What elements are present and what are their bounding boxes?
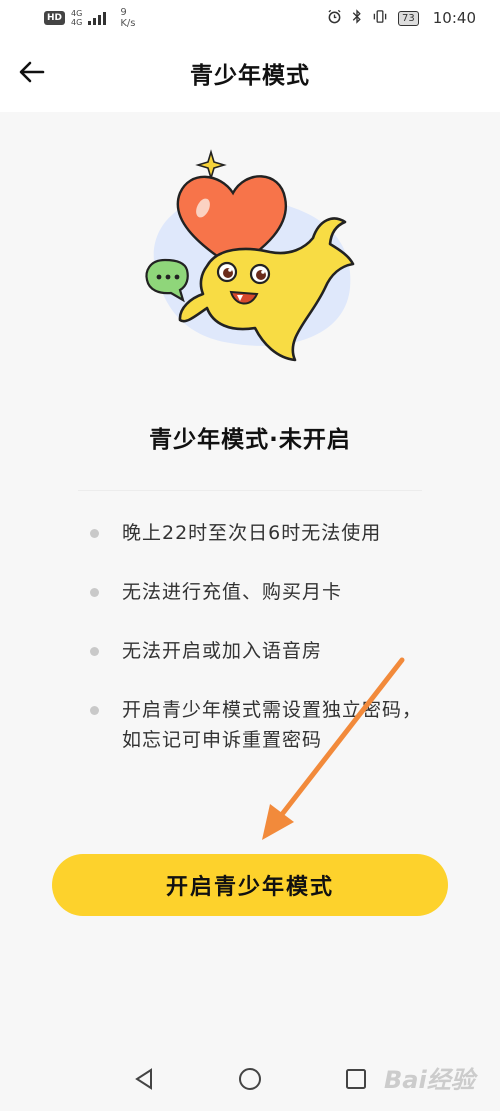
app-header: 青少年模式 — [0, 36, 500, 112]
bullet-icon — [90, 647, 99, 656]
bluetooth-icon — [352, 8, 362, 28]
network-type: 4G 4G — [71, 9, 83, 27]
vibrate-icon — [372, 9, 388, 28]
annotation-arrow — [262, 657, 405, 840]
mascot-illustration — [145, 149, 355, 362]
rule-text: 无法进行充值、购买月卡 — [122, 581, 343, 603]
list-item: 晚上22时至次日6时无法使用 — [88, 518, 428, 548]
nav-back-button[interactable] — [130, 1065, 158, 1093]
status-bar: HD 4G 4G 9 K/s 73 10:40 — [0, 0, 500, 36]
square-recent-icon — [346, 1068, 366, 1089]
circle-home-icon — [239, 1067, 261, 1090]
divider — [78, 490, 422, 491]
alarm-icon — [327, 9, 342, 28]
clock: 10:40 — [432, 9, 476, 27]
list-item: 无法进行充值、购买月卡 — [88, 577, 428, 607]
watermark: Bai经验 — [384, 1066, 475, 1094]
signal-icon — [88, 11, 107, 25]
battery-icon: 73 — [398, 10, 419, 26]
rule-text: 晚上22时至次日6时无法使用 — [122, 522, 382, 544]
status-right: 73 10:40 — [327, 8, 476, 28]
enable-youth-mode-button[interactable]: 开启青少年模式 — [52, 854, 448, 916]
hd-badge: HD — [44, 11, 66, 25]
status-left: HD 4G 4G 9 K/s — [44, 7, 135, 29]
nav-recent-button[interactable] — [342, 1065, 370, 1093]
sparkle-icon — [195, 149, 227, 181]
nav-home-button[interactable] — [236, 1065, 264, 1093]
youth-mode-status: 青少年模式·未开启 — [149, 427, 351, 453]
triangle-back-icon — [135, 1067, 152, 1090]
bullet-icon — [90, 529, 99, 538]
chat-bubble-icon — [145, 258, 189, 303]
bullet-icon — [90, 588, 99, 597]
page-title: 青少年模式 — [190, 63, 310, 89]
network-speed: 9 K/s — [120, 7, 136, 29]
bullet-icon — [90, 706, 99, 715]
